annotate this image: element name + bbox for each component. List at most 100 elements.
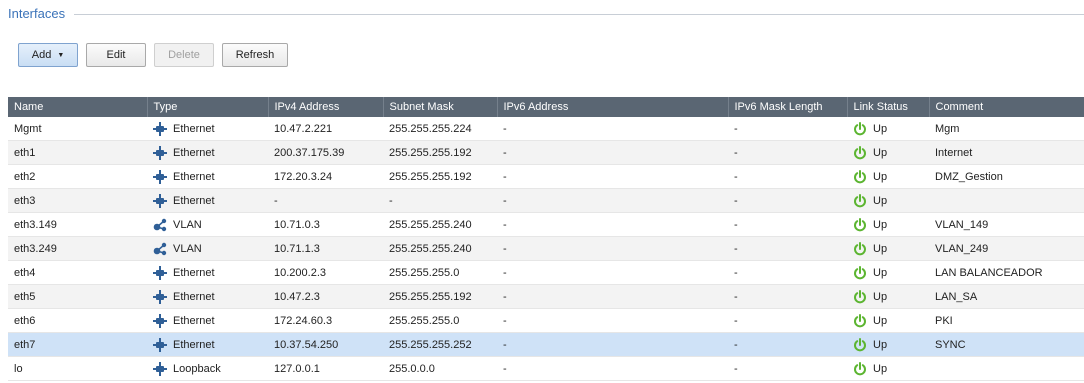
cell-subnet-mask: 255.255.255.224 xyxy=(383,117,497,141)
cell-ipv6-mask-length: - xyxy=(728,140,847,165)
cell-subnet-mask: 255.255.255.192 xyxy=(383,164,497,189)
cell-subnet-mask: 255.255.255.192 xyxy=(383,284,497,309)
cell-link-status-label: Up xyxy=(873,122,888,135)
table-row[interactable]: eth5 Ethernet 10.47.2.3 255.255.255.192- - Up… xyxy=(8,284,1084,309)
cell-ipv6: - xyxy=(497,356,728,381)
cell-ipv6-mask-length: - xyxy=(728,212,847,237)
cell-link-status-label: Up xyxy=(873,194,888,207)
column-header-ipv6-mask-length[interactable]: IPv6 Mask Length xyxy=(728,97,848,117)
cell-link-status: Up xyxy=(847,164,929,189)
cell-name: eth7 xyxy=(8,332,147,357)
cell-type: Ethernet xyxy=(147,332,268,357)
ethernet-icon xyxy=(153,313,167,328)
cell-type-label: Ethernet xyxy=(173,314,215,327)
section-divider xyxy=(74,14,1084,15)
cell-type-label: Ethernet xyxy=(173,338,215,351)
cell-link-status: Up xyxy=(847,236,929,261)
column-header-ipv6[interactable]: IPv6 Address xyxy=(497,97,729,117)
cell-ipv6-mask-length: - xyxy=(728,284,847,309)
cell-type: VLAN xyxy=(147,236,268,261)
table-row[interactable]: eth4 Ethernet 10.200.2.3 255.255.255.0- - Up L… xyxy=(8,260,1084,285)
cell-comment: Internet xyxy=(929,140,1084,165)
cell-type: VLAN xyxy=(147,212,268,237)
column-header-comment[interactable]: Comment xyxy=(929,97,1084,117)
cell-type: Ethernet xyxy=(147,284,268,309)
cell-link-status-label: Up xyxy=(873,314,888,327)
table-row[interactable]: eth7 Ethernet 10.37.54.250 255.255.255.252-… xyxy=(8,332,1084,357)
cell-link-status-label: Up xyxy=(873,338,888,351)
ethernet-icon xyxy=(153,145,167,160)
cell-subnet-mask: - xyxy=(383,188,497,213)
cell-ipv6-mask-length: - xyxy=(728,164,847,189)
add-button[interactable]: Add ▼ xyxy=(18,43,78,67)
cell-ipv4: 10.200.2.3 xyxy=(268,260,383,285)
cell-ipv6-mask-length: - xyxy=(728,117,847,141)
cell-type: Loopback xyxy=(147,356,268,381)
interfaces-table: Name Type IPv4 Address Subnet Mask IPv6 … xyxy=(8,97,1084,381)
power-icon xyxy=(853,145,867,160)
edit-button[interactable]: Edit xyxy=(86,43,146,67)
cell-link-status-label: Up xyxy=(873,218,888,231)
cell-ipv6: - xyxy=(497,332,728,357)
cell-ipv4: 200.37.175.39 xyxy=(268,140,383,165)
power-icon xyxy=(853,121,867,136)
caret-down-icon: ▼ xyxy=(57,51,65,59)
cell-comment xyxy=(929,356,1084,381)
vlan-icon xyxy=(153,218,167,232)
add-button-label: Add xyxy=(31,49,52,61)
cell-link-status: Up xyxy=(847,284,929,309)
cell-ipv6: - xyxy=(497,308,728,333)
power-icon xyxy=(853,337,867,352)
cell-ipv4: 127.0.0.1 xyxy=(268,356,383,381)
table-row[interactable]: eth3.149 VLAN 10.71.0.3 255.255.255.240- - Up… xyxy=(8,212,1084,237)
cell-ipv6: - xyxy=(497,236,728,261)
column-header-ipv4[interactable]: IPv4 Address xyxy=(268,97,384,117)
cell-ipv6: - xyxy=(497,164,728,189)
cell-ipv4: 10.37.54.250 xyxy=(268,332,383,357)
cell-link-status: Up xyxy=(847,356,929,381)
cell-link-status: Up xyxy=(847,140,929,165)
cell-name: eth1 xyxy=(8,140,147,165)
cell-type-label: Ethernet xyxy=(173,146,215,159)
section-title: Interfaces xyxy=(8,6,72,21)
power-icon xyxy=(853,289,867,304)
cell-subnet-mask: 255.255.255.240 xyxy=(383,212,497,237)
table-header: Name Type IPv4 Address Subnet Mask IPv6 … xyxy=(8,97,1084,117)
cell-name: eth3.249 xyxy=(8,236,147,261)
cell-subnet-mask: 255.255.255.252 xyxy=(383,332,497,357)
column-header-type[interactable]: Type xyxy=(147,97,269,117)
cell-link-status-label: Up xyxy=(873,146,888,159)
table-row[interactable]: eth3.249 VLAN 10.71.1.3 255.255.255.240- - Up… xyxy=(8,236,1084,261)
table-row[interactable]: eth2 Ethernet 172.20.3.24 255.255.255.192- -… xyxy=(8,164,1084,189)
table-row[interactable]: lo Loopback 127.0.0.1 255.0.0.0- - Up xyxy=(8,356,1084,381)
cell-type: Ethernet xyxy=(147,117,268,141)
cell-link-status: Up xyxy=(847,308,929,333)
refresh-button[interactable]: Refresh xyxy=(222,43,288,67)
cell-type-label: Ethernet xyxy=(173,266,215,279)
column-header-name[interactable]: Name xyxy=(8,97,148,117)
cell-ipv6: - xyxy=(497,284,728,309)
table-row[interactable]: eth3 Ethernet - - - - Up xyxy=(8,188,1084,213)
cell-type-label: Ethernet xyxy=(173,194,215,207)
ethernet-icon xyxy=(153,337,167,352)
cell-link-status: Up xyxy=(847,260,929,285)
cell-type-label: Ethernet xyxy=(173,122,215,135)
cell-link-status-label: Up xyxy=(873,170,888,183)
cell-name: eth5 xyxy=(8,284,147,309)
table-row[interactable]: Mgmt Ethernet 10.47.2.221 255.255.255.224- -… xyxy=(8,117,1084,141)
cell-ipv6: - xyxy=(497,140,728,165)
cell-link-status-label: Up xyxy=(873,242,888,255)
column-header-subnet-mask[interactable]: Subnet Mask xyxy=(383,97,498,117)
table-row[interactable]: eth6 Ethernet 172.24.60.3 255.255.255.0- - Up… xyxy=(8,308,1084,333)
table-row[interactable]: eth1 Ethernet 200.37.175.39 255.255.255.192… xyxy=(8,140,1084,165)
cell-comment: SYNC xyxy=(929,332,1084,357)
cell-link-status-label: Up xyxy=(873,290,888,303)
cell-type-label: Ethernet xyxy=(173,170,215,183)
cell-name: eth3 xyxy=(8,188,147,213)
cell-ipv4: 10.71.0.3 xyxy=(268,212,383,237)
column-header-link-status[interactable]: Link Status xyxy=(847,97,930,117)
delete-button[interactable]: Delete xyxy=(154,43,214,67)
power-icon xyxy=(853,193,867,208)
cell-name: eth2 xyxy=(8,164,147,189)
cell-ipv6: - xyxy=(497,117,728,141)
